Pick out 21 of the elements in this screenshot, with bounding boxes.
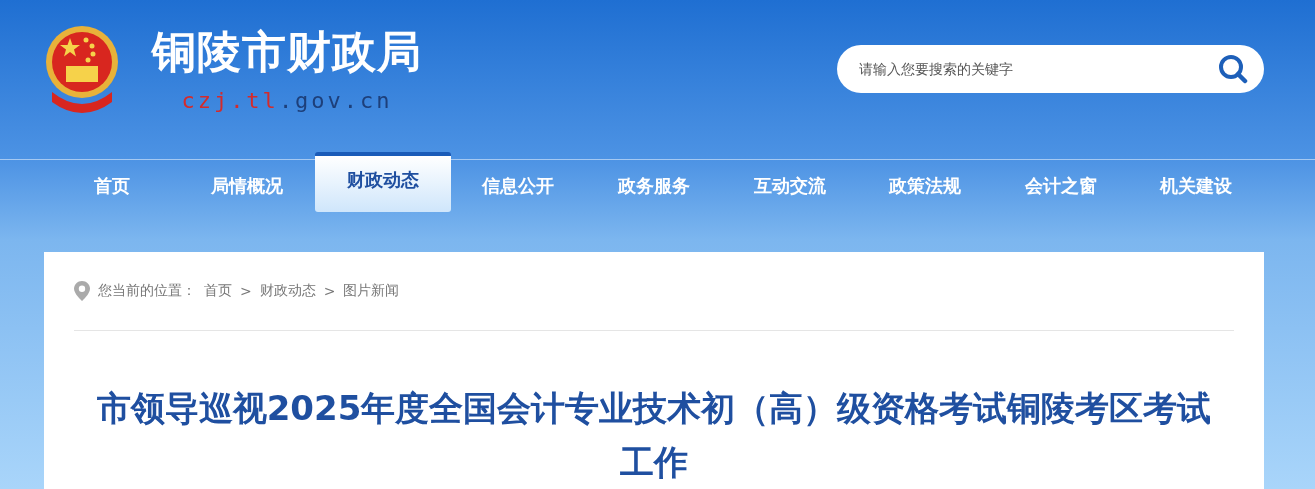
- breadcrumb-link[interactable]: 图片新闻: [343, 282, 400, 300]
- article-title: 市领导巡视2025年度全国会计专业技术初（高）级资格考试铜陵考区考试工作: [95, 387, 1213, 484]
- location-pin-icon: [74, 281, 90, 301]
- breadcrumb-separator: >: [323, 283, 336, 299]
- nav-tab[interactable]: 首页: [44, 160, 180, 212]
- nav-tab[interactable]: 信息公开: [450, 160, 587, 212]
- nav-tab[interactable]: 财政动态: [315, 152, 451, 212]
- breadcrumb-link[interactable]: 财政动态: [259, 282, 316, 300]
- search-icon[interactable]: [1218, 54, 1248, 84]
- nav-tab[interactable]: 政务服务: [586, 160, 722, 212]
- nav-tab[interactable]: 政策法规: [857, 160, 993, 212]
- nav-tab[interactable]: 互动交流: [721, 160, 858, 212]
- breadcrumb-link[interactable]: 首页: [204, 282, 232, 300]
- breadcrumb-separator: >: [240, 283, 252, 299]
- nav-tab[interactable]: 局情概况: [179, 160, 316, 212]
- nav-tab[interactable]: 会计之窗: [992, 160, 1129, 212]
- nav-tab[interactable]: 机关建设: [1128, 160, 1265, 212]
- site-domain: czj.tl.gov.cn: [181, 87, 393, 115]
- breadcrumb-label: 您当前的位置：: [98, 282, 196, 300]
- site-name: 铜陵市财政局: [152, 25, 422, 79]
- search-bar[interactable]: 请输入您要搜索的关键字: [837, 45, 1264, 93]
